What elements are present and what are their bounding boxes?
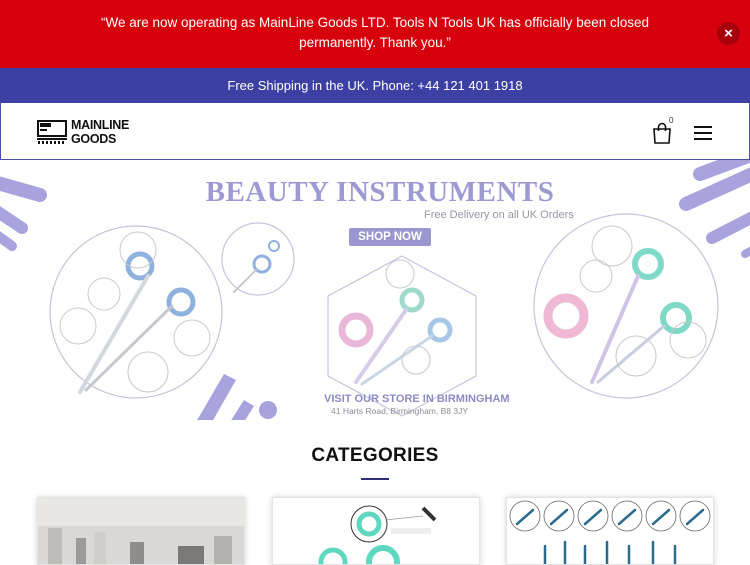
shopping-bag-icon[interactable] [652, 122, 672, 144]
category-image-1 [38, 498, 244, 564]
hero-title: BEAUTY INSTRUMENTS [205, 176, 555, 208]
logo-line-2: GOODS [71, 132, 117, 146]
category-card-1[interactable] [37, 497, 245, 565]
close-notice-button[interactable]: × [717, 22, 740, 45]
shop-now-button[interactable]: SHOP NOW [349, 228, 431, 246]
closure-notice-banner: “We are now operating as MainLine Goods … [0, 0, 750, 68]
category-image-2 [273, 498, 479, 564]
site-header: MAINLINE GOODS 0 [0, 103, 750, 160]
logo-line-1: MAINLINE [71, 118, 130, 132]
store-logo-icon [37, 120, 67, 144]
shipping-info-bar: Free Shipping in the UK. Phone: +44 121 … [0, 68, 750, 103]
logo-wordmark: MAINLINE GOODS [71, 118, 129, 146]
hero-subtitle: Free Delivery on all UK Orders [424, 209, 574, 221]
closure-notice-text: “We are now operating as MainLine Goods … [100, 15, 650, 50]
categories-underline [361, 478, 389, 480]
cart-count-badge: 0 [669, 116, 674, 125]
hamburger-menu-icon[interactable] [694, 126, 712, 140]
category-image-3 [507, 498, 713, 564]
store-address: 41 Harts Road, Birmingham, B8 3JY [331, 406, 469, 416]
bottom-decorative-stripes [197, 374, 277, 420]
category-card-3[interactable] [506, 497, 714, 565]
hero-banner[interactable]: BEAUTY INSTRUMENTS Free Delivery on all … [0, 160, 750, 420]
category-card-2[interactable] [272, 497, 480, 565]
categories-heading: CATEGORIES [311, 445, 439, 466]
visit-store-text: VISIT OUR STORE IN BIRMINGHAM [324, 393, 510, 405]
